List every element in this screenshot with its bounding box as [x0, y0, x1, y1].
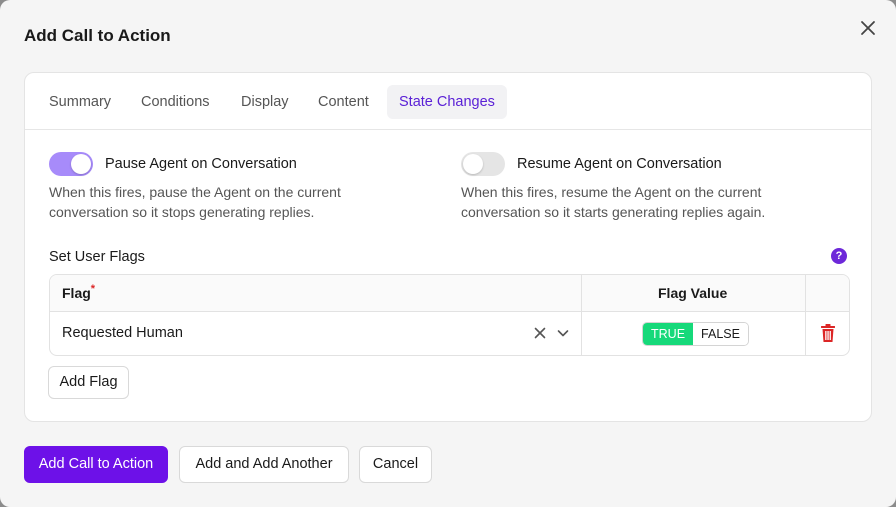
trash-icon[interactable]	[819, 323, 837, 343]
add-call-to-action-button[interactable]: Add Call to Action	[24, 446, 168, 483]
user-flags-table: Flag* Flag Value Requested Human TRUE FA…	[49, 274, 850, 356]
true-option[interactable]: TRUE	[643, 323, 694, 345]
tab-content[interactable]: Content	[306, 85, 381, 119]
flag-column-label: Flag	[62, 285, 91, 301]
pause-agent-toggle[interactable]	[49, 152, 93, 176]
flag-select-value[interactable]: Requested Human	[62, 312, 183, 355]
toggle-knob	[463, 154, 483, 174]
help-icon[interactable]: ?	[831, 248, 847, 264]
cancel-button[interactable]: Cancel	[359, 446, 432, 483]
resume-agent-description: When this fires, resume the Agent on the…	[461, 184, 766, 220]
flag-value-toggle: TRUE FALSE	[642, 322, 749, 346]
set-user-flags-label: Set User Flags	[49, 249, 145, 265]
dialog-title: Add Call to Action	[24, 26, 171, 45]
table-header: Flag* Flag Value	[50, 275, 849, 312]
add-flag-button[interactable]: Add Flag	[48, 366, 129, 399]
column-divider	[581, 275, 582, 355]
clear-icon[interactable]	[532, 325, 548, 341]
tab-conditions[interactable]: Conditions	[129, 85, 222, 119]
resume-agent-label: Resume Agent on Conversation	[517, 156, 722, 172]
pause-agent-description: When this fires, pause the Agent on the …	[49, 184, 341, 220]
tab-bar: Summary Conditions Display Content State…	[25, 73, 871, 130]
add-call-to-action-dialog: Add Call to Action Summary Conditions Di…	[0, 0, 896, 507]
tab-display[interactable]: Display	[229, 85, 301, 119]
flag-value-column-header: Flag Value	[658, 285, 728, 301]
add-and-add-another-button[interactable]: Add and Add Another	[179, 446, 349, 483]
pause-agent-label: Pause Agent on Conversation	[105, 156, 297, 172]
resume-agent-toggle[interactable]	[461, 152, 505, 176]
required-marker: *	[90, 283, 96, 295]
flag-column-header: Flag*	[62, 275, 95, 312]
close-icon	[861, 21, 875, 35]
content-card: Summary Conditions Display Content State…	[24, 72, 872, 422]
false-option[interactable]: FALSE	[693, 323, 748, 345]
tab-state-changes[interactable]: State Changes	[387, 85, 507, 119]
tab-summary[interactable]: Summary	[37, 85, 123, 119]
close-button[interactable]	[856, 16, 880, 40]
column-divider	[805, 275, 806, 355]
toggle-knob	[71, 154, 91, 174]
chevron-down-icon[interactable]	[555, 325, 571, 341]
